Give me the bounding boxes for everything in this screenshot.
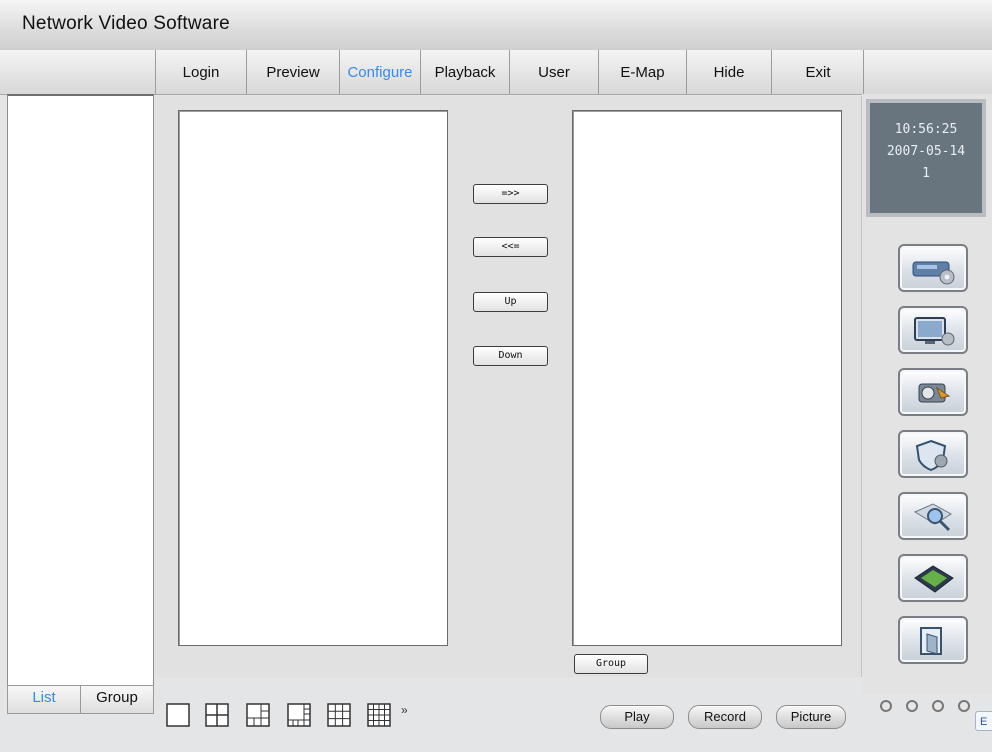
play-button[interactable]: Play — [600, 705, 674, 729]
monitor-settings-button[interactable] — [898, 306, 968, 354]
clock-display: 10:56:25 2007-05-14 1 — [866, 99, 986, 217]
map-button[interactable] — [898, 554, 968, 602]
storage-settings-button[interactable] — [898, 368, 968, 416]
record-button[interactable]: Record — [688, 705, 762, 729]
layout-8-icon[interactable] — [287, 703, 311, 727]
exit-button[interactable] — [898, 616, 968, 664]
search-icon — [913, 503, 952, 532]
tab-list[interactable]: List — [7, 685, 81, 714]
layout-9-icon[interactable] — [327, 703, 351, 727]
picture-button[interactable]: Picture — [776, 705, 846, 729]
layout-16-icon[interactable] — [367, 703, 391, 727]
layout-4-icon[interactable] — [205, 703, 229, 727]
title-bar: Network Video Software — [0, 0, 992, 51]
storage-settings-icon — [918, 383, 951, 403]
menu-emap[interactable]: E-Map — [598, 50, 686, 94]
move-up-button[interactable]: Up — [473, 292, 548, 312]
add-button[interactable]: =>> — [473, 184, 548, 204]
menu-exit[interactable]: Exit — [771, 50, 864, 94]
security-settings-icon — [915, 439, 948, 472]
map-icon — [914, 565, 954, 593]
status-indicator-2[interactable] — [906, 700, 918, 712]
menu-playback[interactable]: Playback — [420, 50, 509, 94]
clock-date: 2007-05-14 — [886, 144, 966, 159]
app-title: Network Video Software — [22, 13, 230, 34]
hardware-settings-icon — [912, 261, 955, 285]
group-button[interactable]: Group — [574, 654, 648, 674]
status-indicator-1[interactable] — [880, 700, 892, 712]
menu-login[interactable]: Login — [155, 50, 246, 94]
search-button[interactable] — [898, 492, 968, 540]
remove-button[interactable]: <<= — [473, 237, 548, 257]
menu-user[interactable]: User — [509, 50, 598, 94]
status-indicator-4[interactable] — [958, 700, 970, 712]
move-down-button[interactable]: Down — [473, 346, 548, 366]
hardware-settings-button[interactable] — [898, 244, 968, 292]
layout-6-icon[interactable] — [246, 703, 270, 727]
layout-1-icon[interactable] — [166, 703, 190, 727]
menu-hide[interactable]: Hide — [686, 50, 771, 94]
selected-list[interactable] — [572, 110, 842, 646]
menu-bar: Login Preview Configure Playback User E-… — [0, 50, 992, 95]
exit-icon — [920, 627, 942, 655]
status-indicator-3[interactable] — [932, 700, 944, 712]
clock-day: 1 — [922, 166, 930, 181]
menu-configure[interactable]: Configure — [339, 50, 420, 94]
device-tree-panel[interactable] — [7, 94, 154, 688]
available-list[interactable] — [178, 110, 448, 646]
corner-tab[interactable]: E — [975, 711, 992, 731]
clock-time: 10:56:25 — [894, 122, 958, 137]
security-settings-button[interactable] — [898, 430, 968, 478]
monitor-settings-icon — [914, 317, 955, 346]
tab-group[interactable]: Group — [80, 685, 154, 714]
more-layouts-button[interactable]: » — [401, 703, 408, 717]
menu-divider — [863, 50, 864, 94]
menu-preview[interactable]: Preview — [246, 50, 339, 94]
